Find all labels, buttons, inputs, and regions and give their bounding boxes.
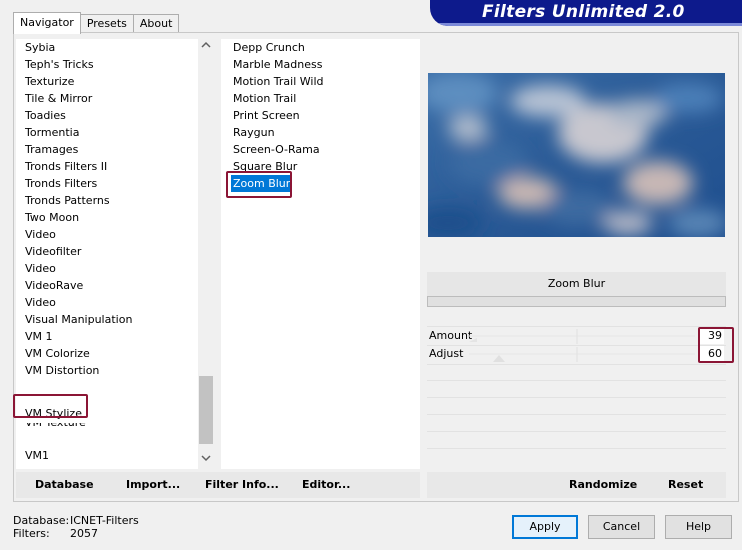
database-button[interactable]: Database bbox=[35, 478, 94, 491]
category-item[interactable]: Toadies bbox=[25, 107, 66, 124]
filter-item[interactable]: Print Screen bbox=[233, 107, 300, 124]
selected-category-highlight bbox=[13, 394, 88, 418]
tab-navigator[interactable]: Navigator bbox=[13, 12, 81, 34]
filter-item[interactable]: Raygun bbox=[233, 124, 275, 141]
category-item[interactable]: Video bbox=[25, 294, 56, 311]
chevron-down-icon[interactable] bbox=[198, 452, 214, 469]
category-item[interactable]: VM 1 bbox=[25, 328, 53, 345]
category-item[interactable]: VM1 bbox=[25, 447, 49, 464]
filter-item[interactable]: Motion Trail Wild bbox=[233, 73, 324, 90]
row-divider bbox=[427, 380, 726, 381]
category-item[interactable]: Two Moon bbox=[25, 209, 79, 226]
category-item[interactable]: Tronds Filters bbox=[25, 175, 97, 192]
adjust-label: Adjust bbox=[429, 347, 464, 360]
adjust-slider[interactable] bbox=[469, 346, 695, 363]
import-button[interactable]: Import... bbox=[126, 478, 180, 491]
category-item[interactable]: Texturize bbox=[25, 73, 74, 90]
tab-bar: Navigator Presets About bbox=[13, 12, 180, 34]
amount-label: Amount bbox=[429, 329, 473, 342]
filter-preview-image bbox=[428, 73, 725, 237]
parameter-area: Amount 39 Adjust 60 bbox=[427, 308, 726, 468]
app-title: Filters Unlimited 2.0 bbox=[482, 2, 685, 22]
category-item[interactable]: Video bbox=[25, 226, 56, 243]
row-divider bbox=[427, 397, 726, 398]
apply-button[interactable]: Apply bbox=[512, 515, 578, 539]
title-banner: Filters Unlimited 2.0 bbox=[430, 0, 742, 26]
row-divider bbox=[427, 326, 726, 327]
category-item[interactable]: Sybia bbox=[25, 39, 55, 56]
row-divider bbox=[427, 414, 726, 415]
category-item[interactable]: Tronds Patterns bbox=[25, 192, 110, 209]
progress-bar bbox=[427, 296, 726, 307]
row-divider bbox=[427, 448, 726, 449]
filter-info-button[interactable]: Filter Info... bbox=[205, 478, 279, 491]
category-item[interactable]: Visual Manipulation bbox=[25, 311, 132, 328]
tab-about[interactable]: About bbox=[132, 14, 180, 34]
row-divider bbox=[427, 364, 726, 365]
category-scrollbar[interactable] bbox=[198, 39, 214, 469]
category-item[interactable]: VideoRave bbox=[25, 277, 83, 294]
category-item[interactable]: Tronds Filters II bbox=[25, 158, 107, 175]
status-database: Database: ICNET-Filters bbox=[13, 514, 139, 527]
filters-label: Filters: bbox=[13, 527, 50, 540]
category-item[interactable]: VM Colorize bbox=[25, 345, 90, 362]
chevron-up-icon[interactable] bbox=[198, 39, 214, 56]
randomize-button[interactable]: Randomize bbox=[569, 478, 637, 491]
category-item[interactable]: Videofilter bbox=[25, 243, 81, 260]
cancel-button[interactable]: Cancel bbox=[588, 515, 655, 539]
database-label: Database: bbox=[13, 514, 70, 527]
status-filters: Filters: 2057 bbox=[13, 527, 98, 540]
category-item[interactable]: Teph's Tricks bbox=[25, 56, 94, 73]
category-item[interactable]: Tile & Mirror bbox=[25, 90, 92, 107]
selected-filter-highlight bbox=[226, 171, 292, 198]
filters-count: 2057 bbox=[70, 527, 98, 540]
param-values-highlight bbox=[698, 327, 734, 363]
filter-item[interactable]: Marble Madness bbox=[233, 56, 322, 73]
category-item[interactable]: VM Distortion bbox=[25, 362, 99, 379]
category-item[interactable]: Video bbox=[25, 260, 56, 277]
help-button[interactable]: Help bbox=[665, 515, 732, 539]
scrollbar-thumb[interactable] bbox=[199, 376, 213, 444]
database-value: ICNET-Filters bbox=[70, 514, 139, 527]
filter-list[interactable]: Depp Crunch Marble Madness Motion Trail … bbox=[221, 39, 420, 469]
filter-item[interactable]: Depp Crunch bbox=[233, 39, 305, 56]
reset-button[interactable]: Reset bbox=[668, 478, 703, 491]
filter-name-display: Zoom Blur bbox=[427, 272, 726, 296]
filter-item[interactable]: Screen-O-Rama bbox=[233, 141, 320, 158]
filter-item[interactable]: Motion Trail bbox=[233, 90, 296, 107]
amount-slider[interactable] bbox=[469, 328, 695, 345]
category-item[interactable]: Tramages bbox=[25, 141, 78, 158]
category-item[interactable]: Tormentia bbox=[25, 124, 79, 141]
row-divider bbox=[427, 431, 726, 432]
tab-presets[interactable]: Presets bbox=[79, 14, 134, 34]
editor-button[interactable]: Editor... bbox=[302, 478, 350, 491]
